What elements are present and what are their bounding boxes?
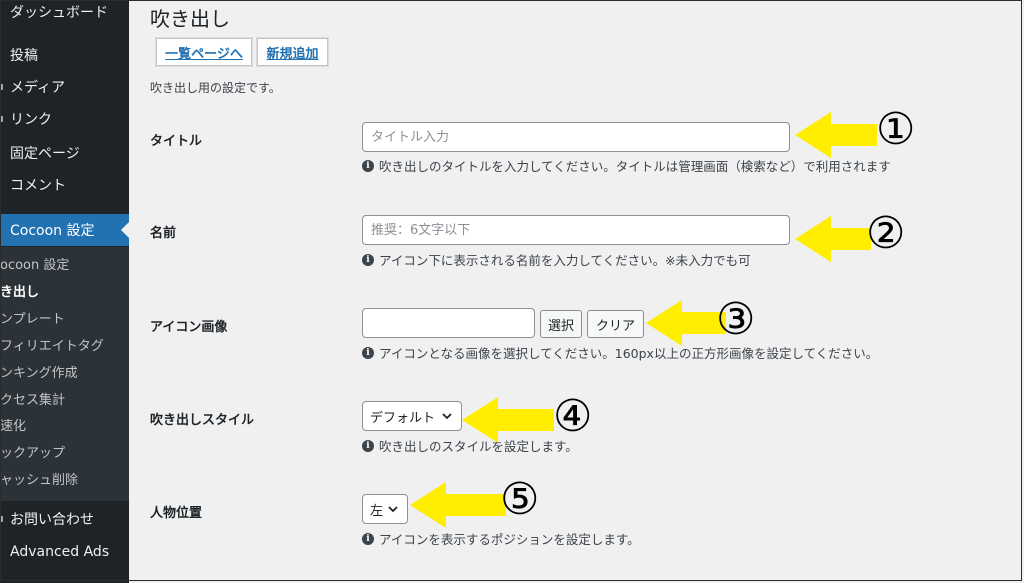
chevron-down-icon bbox=[442, 413, 452, 420]
info-icon: i bbox=[362, 346, 374, 359]
sidebar-item-comments[interactable]: コメント bbox=[0, 170, 129, 200]
title-label: タイトル bbox=[150, 134, 203, 149]
sidebar-item-posts[interactable]: 投稿 bbox=[0, 40, 129, 70]
person-position-select[interactable]: 左 bbox=[362, 494, 408, 524]
title-input[interactable] bbox=[362, 122, 790, 152]
media-icon bbox=[0, 84, 3, 90]
sidebar-item-label: リンク bbox=[10, 112, 52, 128]
balloon-style-label: 吹き出しスタイル bbox=[150, 413, 255, 428]
sidebar-item-contact[interactable]: お問い合わせ bbox=[0, 504, 129, 534]
select-image-button[interactable]: 選択 bbox=[540, 310, 582, 338]
annotation-arrow-1 bbox=[795, 112, 877, 158]
name-input[interactable] bbox=[362, 215, 790, 245]
person-position-value: 左 bbox=[370, 503, 384, 519]
info-icon: i bbox=[362, 253, 374, 266]
submenu-item-cache-delete[interactable]: ャッシュ削除 bbox=[0, 469, 78, 493]
name-hint-text: アイコン下に表示される名前を入力してください。※未入力でも可 bbox=[379, 253, 751, 268]
info-icon: i bbox=[362, 159, 374, 172]
sidebar-item-pages[interactable]: 固定ページ bbox=[0, 138, 129, 168]
annotation-number-1: ① bbox=[876, 104, 916, 155]
sidebar-item-label: コメント bbox=[10, 178, 66, 194]
submenu-item-speed-up[interactable]: 速化 bbox=[0, 415, 26, 439]
icon-image-input[interactable] bbox=[362, 308, 535, 338]
sidebar-item-advanced-ads[interactable]: Advanced Ads bbox=[0, 537, 129, 567]
annotation-number-2: ② bbox=[866, 208, 906, 259]
annotation-arrow-5 bbox=[410, 482, 506, 528]
submenu-item-template[interactable]: ンプレート bbox=[0, 308, 65, 332]
person-position-label: 人物位置 bbox=[150, 506, 203, 521]
submenu-item-access-count[interactable]: クセス集計 bbox=[0, 389, 65, 413]
link-icon bbox=[0, 116, 3, 122]
sidebar-item-label: メディア bbox=[10, 80, 66, 96]
submenu-item-ranking[interactable]: ンキング作成 bbox=[0, 362, 78, 386]
name-label: 名前 bbox=[150, 226, 177, 241]
annotation-number-5: ⑤ bbox=[500, 474, 540, 525]
info-icon: i bbox=[362, 439, 374, 452]
sidebar-item-media[interactable]: メディア bbox=[0, 72, 129, 102]
sidebar-item-label: Cocoon 設定 bbox=[10, 223, 95, 239]
sidebar-item-cocoon-settings[interactable]: Cocoon 設定 bbox=[0, 214, 129, 246]
icon-image-hint-text: アイコンとなる画像を選択してください。160px以上の正方形画像を設定してくださ… bbox=[379, 346, 879, 361]
balloon-style-select[interactable]: デフォルト bbox=[362, 401, 462, 431]
balloon-style-value: デフォルト bbox=[370, 410, 436, 426]
submenu-item-affiliate-tag[interactable]: フィリエイトタグ bbox=[0, 335, 104, 359]
sidebar-item-label: Advanced Ads bbox=[10, 544, 110, 560]
sidebar-item-label: お問い合わせ bbox=[10, 512, 94, 528]
annotation-arrow-4 bbox=[462, 397, 554, 443]
annotation-arrow-3 bbox=[646, 300, 726, 346]
annotation-number-3: ③ bbox=[716, 294, 756, 345]
admin-sidebar: ダッシュボード 投稿 メディア リンク 固定ページ コメント Cocoon 設定… bbox=[0, 0, 129, 583]
icon-image-label: アイコン画像 bbox=[150, 320, 228, 335]
person-position-hint: i アイコンを表示するポジションを設定します。 bbox=[362, 529, 640, 548]
submenu-item-cocoon-settings[interactable]: ocoon 設定 bbox=[0, 254, 69, 278]
mail-icon bbox=[0, 516, 3, 522]
sidebar-item-label: 投稿 bbox=[10, 48, 38, 64]
name-hint: i アイコン下に表示される名前を入力してください。※未入力でも可 bbox=[362, 250, 751, 269]
page-title: 吹き出し bbox=[150, 7, 230, 31]
submenu-item-backup[interactable]: ックアップ bbox=[0, 442, 65, 466]
person-position-hint-text: アイコンを表示するポジションを設定します。 bbox=[379, 532, 640, 547]
info-icon: i bbox=[362, 532, 374, 545]
annotation-arrow-2 bbox=[795, 216, 871, 262]
add-new-button[interactable]: 新規追加 bbox=[257, 38, 328, 66]
annotation-number-4: ④ bbox=[553, 391, 593, 442]
sidebar-item-dashboard[interactable]: ダッシュボード bbox=[0, 0, 129, 27]
chevron-down-icon bbox=[388, 506, 398, 513]
cocoon-submenu: ocoon 設定 き出し ンプレート フィリエイトタグ ンキング作成 クセス集計… bbox=[0, 247, 129, 501]
sidebar-item-label: ダッシュボード bbox=[10, 5, 108, 21]
sidebar-item-links[interactable]: リンク bbox=[0, 104, 129, 134]
sidebar-item-label: 固定ページ bbox=[10, 146, 80, 162]
list-page-button[interactable]: 一覧ページへ bbox=[156, 38, 252, 66]
icon-image-hint: i アイコンとなる画像を選択してください。160px以上の正方形画像を設定してく… bbox=[362, 343, 878, 362]
clear-image-button[interactable]: クリア bbox=[587, 310, 644, 338]
submenu-item-speech-balloon[interactable]: き出し bbox=[0, 281, 39, 305]
page-description: 吹き出し用の設定です。 bbox=[150, 81, 281, 95]
